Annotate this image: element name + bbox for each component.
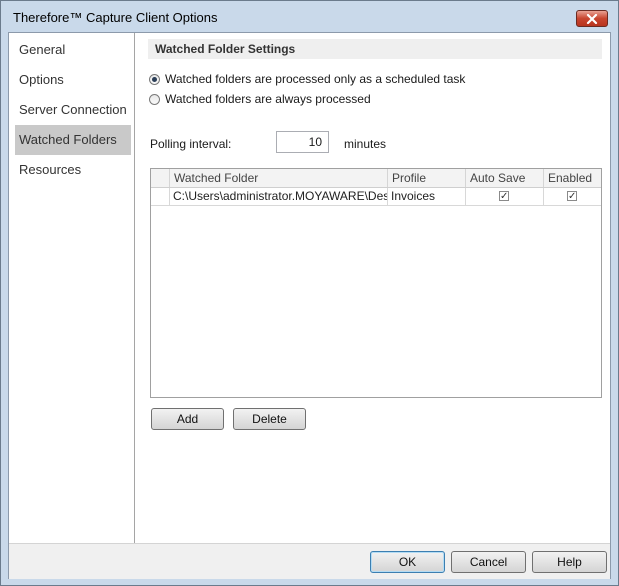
radio-button-checked[interactable] bbox=[149, 73, 160, 85]
column-header-enabled[interactable]: Enabled bbox=[544, 169, 600, 187]
polling-interval-label: Polling interval: bbox=[150, 137, 232, 151]
cancel-button[interactable]: Cancel bbox=[451, 551, 526, 573]
add-button[interactable]: Add bbox=[151, 408, 224, 430]
delete-button[interactable]: Delete bbox=[233, 408, 306, 430]
options-dialog: Therefore™ Capture Client Options Genera… bbox=[0, 0, 619, 586]
column-header-profile[interactable]: Profile bbox=[388, 169, 466, 187]
window-title: Therefore™ Capture Client Options bbox=[13, 10, 218, 25]
dialog-footer: OK Cancel Help bbox=[9, 543, 610, 579]
radio-button-unchecked[interactable] bbox=[149, 93, 160, 105]
table-row[interactable]: C:\Users\administrator.MOYAWARE\Desk... … bbox=[151, 188, 601, 206]
polling-interval-input[interactable]: 10 bbox=[276, 131, 329, 153]
row-selector[interactable] bbox=[151, 188, 170, 205]
close-icon bbox=[586, 13, 598, 24]
settings-panel: Watched Folder Settings Watched folders … bbox=[135, 33, 610, 543]
radio-always-processed-label: Watched folders are always processed bbox=[165, 92, 371, 106]
table-header: Watched Folder Profile Auto Save Enabled bbox=[151, 169, 601, 188]
radio-scheduled-task-label: Watched folders are processed only as a … bbox=[165, 72, 466, 86]
auto-save-cell bbox=[466, 188, 544, 205]
enabled-checkbox[interactable] bbox=[567, 188, 577, 205]
ok-button[interactable]: OK bbox=[370, 551, 445, 573]
profile-cell[interactable]: Invoices bbox=[388, 188, 466, 205]
watched-folders-table: Watched Folder Profile Auto Save Enabled… bbox=[150, 168, 602, 398]
sidebar-item-options[interactable]: Options bbox=[15, 65, 131, 95]
polling-unit-label: minutes bbox=[344, 137, 387, 151]
radio-always-processed[interactable]: Watched folders are always processed bbox=[149, 91, 371, 107]
options-sidebar: General Options Server Connection Watche… bbox=[9, 33, 135, 543]
radio-scheduled-task[interactable]: Watched folders are processed only as a … bbox=[149, 71, 465, 87]
sidebar-item-resources[interactable]: Resources bbox=[15, 155, 131, 185]
close-button[interactable] bbox=[576, 10, 608, 27]
title-bar[interactable]: Therefore™ Capture Client Options bbox=[1, 1, 618, 33]
sidebar-item-server-connection[interactable]: Server Connection bbox=[15, 95, 131, 125]
column-header-auto-save[interactable]: Auto Save bbox=[466, 169, 544, 187]
dialog-body: General Options Server Connection Watche… bbox=[8, 32, 611, 579]
sidebar-item-watched-folders[interactable]: Watched Folders bbox=[15, 125, 131, 155]
sidebar-item-general[interactable]: General bbox=[15, 35, 131, 65]
watched-folder-cell[interactable]: C:\Users\administrator.MOYAWARE\Desk... bbox=[170, 188, 388, 205]
section-title: Watched Folder Settings bbox=[148, 39, 602, 59]
help-button[interactable]: Help bbox=[532, 551, 607, 573]
enabled-cell bbox=[544, 188, 600, 205]
auto-save-checkbox[interactable] bbox=[499, 188, 509, 205]
row-selector-header bbox=[151, 169, 170, 187]
column-header-watched-folder[interactable]: Watched Folder bbox=[170, 169, 388, 187]
